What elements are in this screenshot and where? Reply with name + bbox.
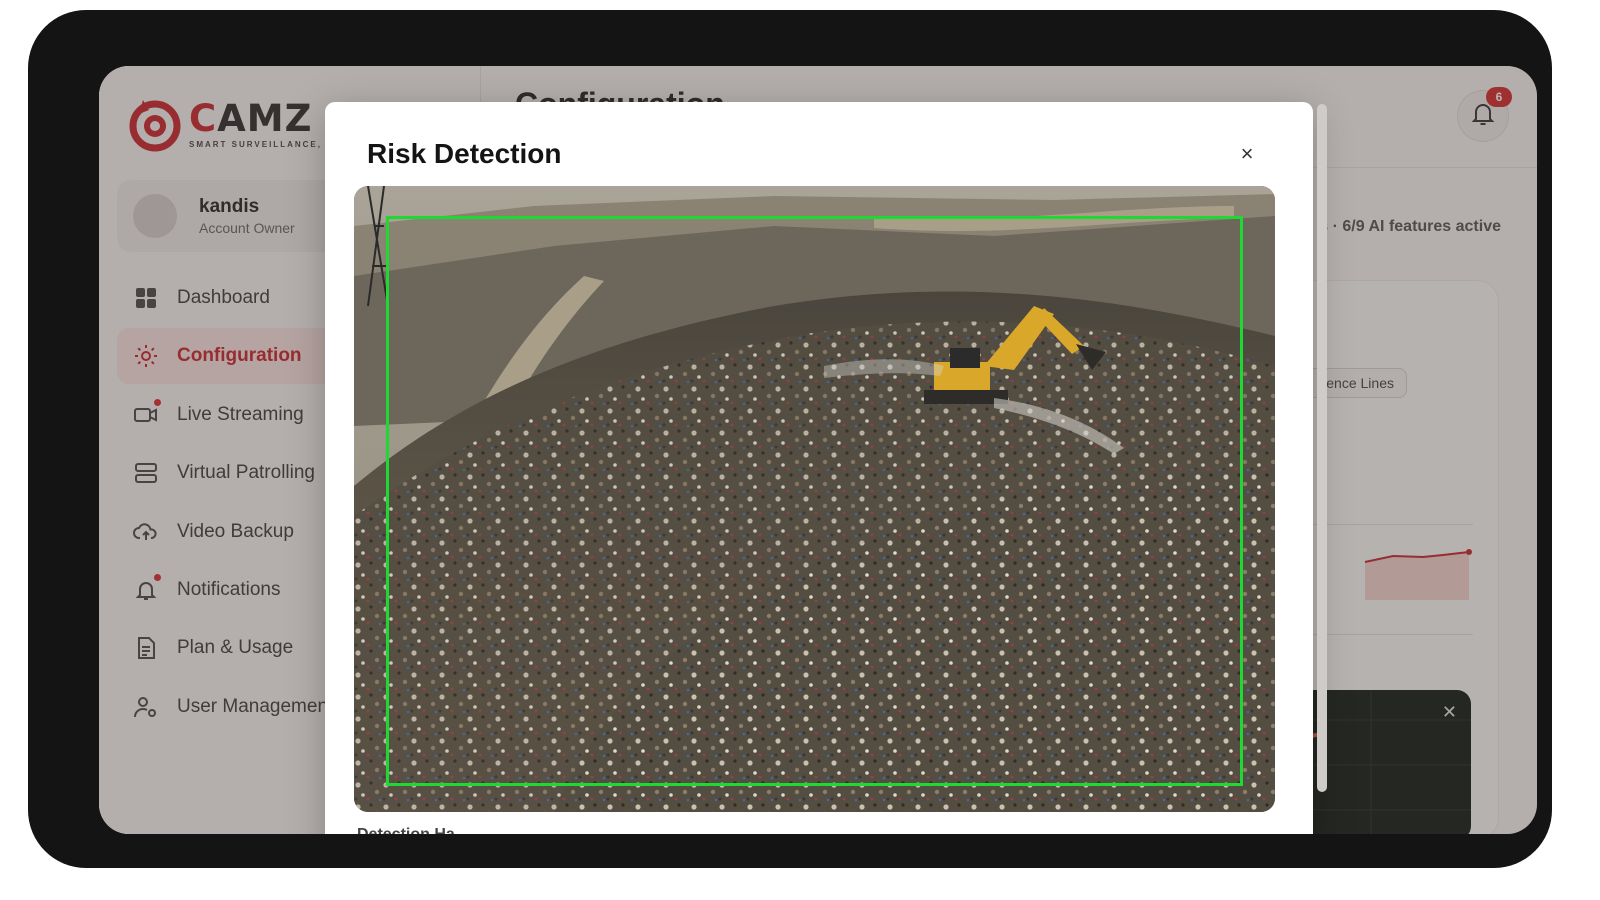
close-icon[interactable]: × [1235,141,1259,166]
modal-title: Risk Detection [367,138,562,169]
detection-image [354,186,1275,812]
detection-bounding-box [386,216,1243,786]
risk-detection-modal: Risk Detection × [325,102,1327,834]
device-bezel: CAMZ SMART SURVEILLANCE, S kandis Accoun… [28,10,1552,868]
detection-details-label: Detection Ha [357,826,455,834]
app-screen: CAMZ SMART SURVEILLANCE, S kandis Accoun… [99,66,1537,834]
modal-scrollbar[interactable] [1317,104,1327,792]
